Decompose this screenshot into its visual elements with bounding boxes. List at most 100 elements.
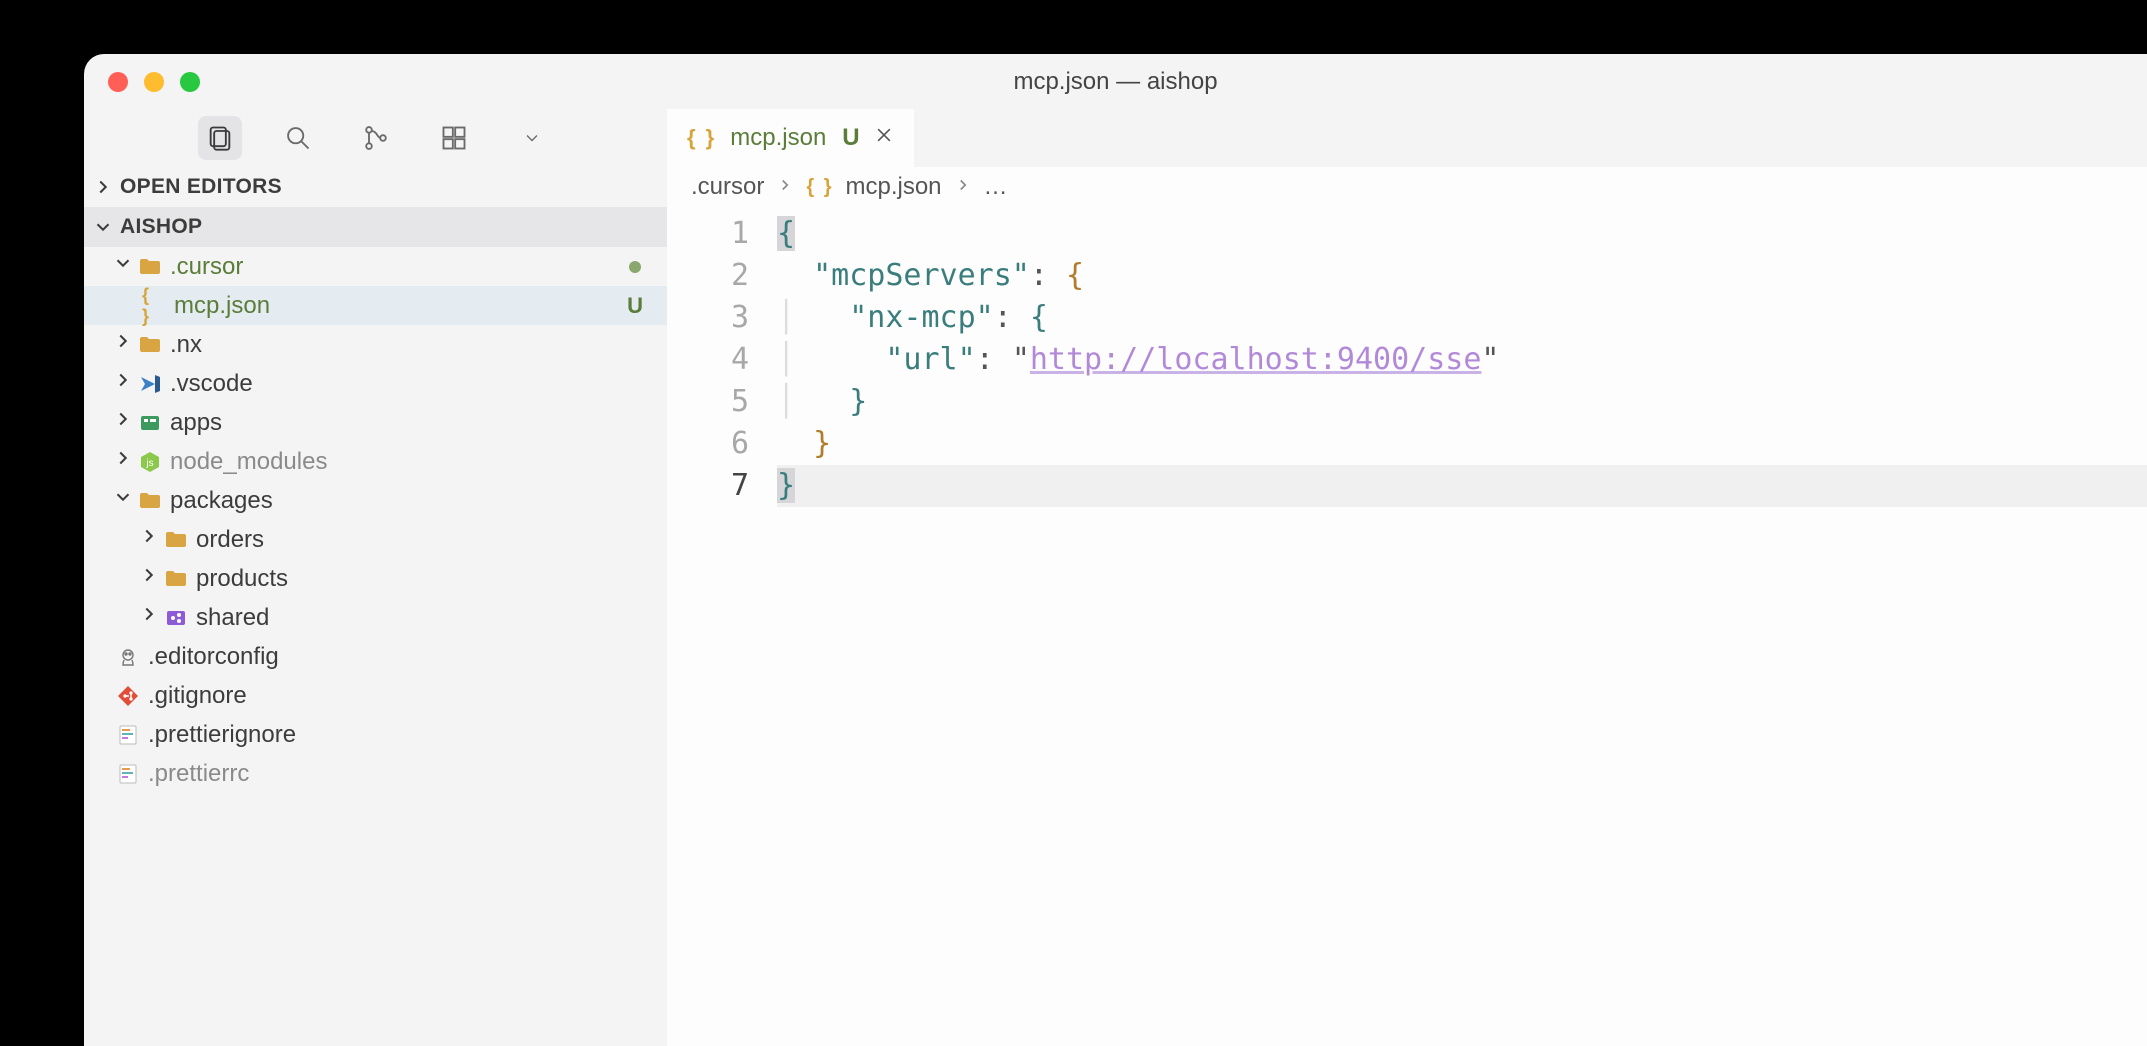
code-line[interactable]: │ }: [777, 381, 2147, 423]
tab-git-status: U: [842, 124, 859, 152]
tree-item--prettierignore[interactable]: .prettierignore: [84, 715, 667, 754]
project-label: AISHOP: [120, 215, 202, 239]
line-number[interactable]: 4: [667, 339, 749, 381]
tree-item-packages[interactable]: packages: [84, 481, 667, 520]
activity-bar: [84, 109, 667, 167]
tree-item--editorconfig[interactable]: .editorconfig: [84, 637, 667, 676]
json-icon: { }: [142, 294, 166, 318]
line-number[interactable]: 1: [667, 213, 749, 255]
tree-item-label: .prettierrc: [148, 760, 667, 788]
chevron-right-icon[interactable]: [112, 330, 134, 359]
tree-item-node-modules[interactable]: js node_modules: [84, 442, 667, 481]
git-icon: [116, 684, 140, 708]
tree-item-label: .editorconfig: [148, 643, 667, 671]
sidebar: OPEN EDITORS AISHOP .cursor { }mcp.jsonU.…: [84, 109, 667, 1046]
svg-text:js: js: [145, 458, 153, 469]
chevron-right-icon[interactable]: [138, 564, 160, 593]
tree-item-label: shared: [196, 604, 667, 632]
tab-close-button[interactable]: [874, 124, 894, 152]
chevron-down-icon[interactable]: [112, 486, 134, 515]
line-number[interactable]: 5: [667, 381, 749, 423]
json-file-icon: { }: [687, 125, 716, 151]
tree-item-label: .nx: [170, 331, 667, 359]
source-control-icon[interactable]: [354, 116, 398, 160]
chevron-right-icon: [776, 173, 794, 201]
search-icon[interactable]: [276, 116, 320, 160]
close-window-icon[interactable]: [108, 72, 128, 92]
code-line[interactable]: }: [777, 423, 2147, 465]
chevron-right-icon[interactable]: [138, 525, 160, 554]
breadcrumb-tail[interactable]: …: [984, 173, 1008, 201]
code-line[interactable]: }: [777, 465, 2147, 507]
chevron-down-icon: [92, 216, 114, 238]
vscode-icon: [138, 372, 162, 396]
nodemod-icon: js: [138, 450, 162, 474]
chevron-right-icon[interactable]: [112, 408, 134, 437]
code-editor[interactable]: 1234567 { "mcpServers": {│ "nx-mcp": {│ …: [667, 207, 2147, 507]
line-number[interactable]: 3: [667, 297, 749, 339]
open-editors-label: OPEN EDITORS: [120, 175, 282, 199]
tree-item--nx[interactable]: .nx: [84, 325, 667, 364]
tree-item-label: packages: [170, 487, 667, 515]
activity-overflow-icon[interactable]: [510, 116, 554, 160]
extensions-icon[interactable]: [432, 116, 476, 160]
pretty-icon: [116, 723, 140, 747]
editor-area: { } mcp.json U .cursor { } mcp.json … 12…: [667, 109, 2147, 1046]
tree-item-label: .cursor: [170, 253, 629, 281]
window-controls: [84, 72, 200, 92]
tree-item-shared[interactable]: shared: [84, 598, 667, 637]
minimize-window-icon[interactable]: [144, 72, 164, 92]
folder-icon: [138, 333, 162, 357]
tree-item--vscode[interactable]: .vscode: [84, 364, 667, 403]
window-title: mcp.json — aishop: [84, 68, 2147, 96]
chevron-right-icon: [92, 176, 114, 198]
breadcrumb-seg-1[interactable]: mcp.json: [845, 173, 941, 201]
code-line[interactable]: {: [777, 213, 2147, 255]
apps-icon: [138, 411, 162, 435]
open-editors-section[interactable]: OPEN EDITORS: [84, 167, 667, 207]
folder-icon: [164, 528, 188, 552]
chevron-right-icon[interactable]: [112, 447, 134, 476]
tree-item-mcp-json[interactable]: { }mcp.jsonU: [84, 286, 667, 325]
chevron-down-icon[interactable]: [112, 252, 134, 281]
line-number[interactable]: 7: [667, 465, 749, 507]
code-line[interactable]: │ "url": "http://localhost:9400/sse": [777, 339, 2147, 381]
tree-item-label: products: [196, 565, 667, 593]
shared-icon: [164, 606, 188, 630]
tree-item-orders[interactable]: orders: [84, 520, 667, 559]
folder-icon: [138, 255, 162, 279]
explorer-icon[interactable]: [198, 116, 242, 160]
line-number[interactable]: 2: [667, 255, 749, 297]
tab-bar: { } mcp.json U: [667, 109, 2147, 167]
json-file-icon: { }: [806, 176, 833, 199]
tree-item-label: .prettierignore: [148, 721, 667, 749]
code-line[interactable]: "mcpServers": {: [777, 255, 2147, 297]
tab-mcp-json[interactable]: { } mcp.json U: [667, 109, 914, 167]
project-section[interactable]: AISHOP: [84, 207, 667, 247]
code-line[interactable]: │ "nx-mcp": {: [777, 297, 2147, 339]
file-tree: .cursor { }mcp.jsonU .nx .vscode apps js node_…: [84, 247, 667, 793]
tree-item--cursor[interactable]: .cursor: [84, 247, 667, 286]
pretty-icon: [116, 762, 140, 786]
zoom-window-icon[interactable]: [180, 72, 200, 92]
tree-item-label: node_modules: [170, 448, 667, 476]
tree-item-products[interactable]: products: [84, 559, 667, 598]
tree-item--prettierrc[interactable]: .prettierrc: [84, 754, 667, 793]
breadcrumb-seg-0[interactable]: .cursor: [691, 173, 764, 201]
gutter: 1234567: [667, 213, 777, 507]
title-bar: mcp.json — aishop: [84, 54, 2147, 109]
line-number[interactable]: 6: [667, 423, 749, 465]
tree-item--gitignore[interactable]: .gitignore: [84, 676, 667, 715]
folder-icon: [164, 567, 188, 591]
chevron-right-icon[interactable]: [112, 369, 134, 398]
tree-item-label: apps: [170, 409, 667, 437]
tree-item-apps[interactable]: apps: [84, 403, 667, 442]
source[interactable]: { "mcpServers": {│ "nx-mcp": {│ "url": "…: [777, 213, 2147, 507]
chevron-right-icon: [954, 173, 972, 201]
app-window: mcp.json — aishop: [84, 54, 2147, 1046]
tree-item-label: orders: [196, 526, 667, 554]
tree-item-label: .gitignore: [148, 682, 667, 710]
breadcrumbs[interactable]: .cursor { } mcp.json …: [667, 167, 2147, 207]
tree-item-label: .vscode: [170, 370, 667, 398]
chevron-right-icon[interactable]: [138, 603, 160, 632]
